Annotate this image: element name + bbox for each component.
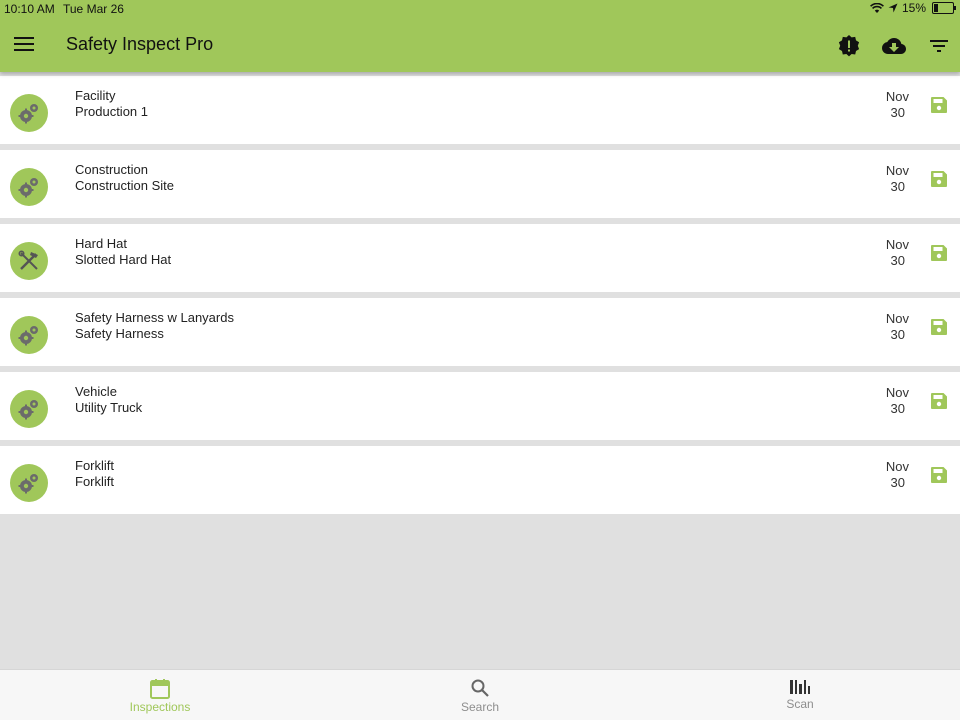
item-title: Construction xyxy=(75,162,148,177)
calendar-icon xyxy=(150,679,170,699)
save-icon[interactable] xyxy=(930,318,948,336)
scan-icon xyxy=(790,680,810,694)
item-day: 30 xyxy=(890,401,905,416)
tab-scan[interactable]: Scan xyxy=(640,670,960,720)
item-day: 30 xyxy=(890,105,905,120)
gears-icon xyxy=(10,464,48,502)
item-day: 30 xyxy=(890,253,905,268)
save-icon[interactable] xyxy=(930,96,948,114)
list-item[interactable]: Construction Construction Site Nov 30 xyxy=(0,150,960,218)
item-month: Nov xyxy=(885,89,909,104)
save-icon[interactable] xyxy=(930,392,948,410)
item-month: Nov xyxy=(885,237,909,252)
tools-icon xyxy=(10,242,48,280)
tab-label: Search xyxy=(460,700,500,714)
item-subtitle: Construction Site xyxy=(75,178,174,193)
item-title: Hard Hat xyxy=(75,236,128,251)
item-month: Nov xyxy=(885,163,909,178)
item-day: 30 xyxy=(890,179,905,194)
item-subtitle: Forklift xyxy=(75,474,114,489)
tab-inspections[interactable]: Inspections xyxy=(0,670,320,720)
tab-label: Inspections xyxy=(129,700,191,714)
search-icon xyxy=(471,679,489,697)
location-icon xyxy=(888,3,898,13)
list-item[interactable]: Forklift Forklift Nov 30 xyxy=(0,446,960,514)
item-title: Vehicle xyxy=(75,384,117,399)
header: 10:10 AM Tue Mar 26 15% Safety Inspect P… xyxy=(0,0,960,72)
wifi-icon xyxy=(870,2,884,13)
filter-icon[interactable] xyxy=(927,34,951,58)
item-subtitle: Production 1 xyxy=(75,104,148,119)
inspection-list: Facility Production 1 Nov 30 Constructio… xyxy=(0,72,960,514)
item-month: Nov xyxy=(885,311,909,326)
save-icon[interactable] xyxy=(930,244,948,262)
item-day: 30 xyxy=(890,475,905,490)
status-indicators: 15% xyxy=(870,1,956,15)
item-subtitle: Slotted Hard Hat xyxy=(75,252,172,267)
status-time: 10:10 AM xyxy=(4,2,55,16)
status-bar: 10:10 AM Tue Mar 26 15% xyxy=(0,0,960,18)
item-day: 30 xyxy=(890,327,905,342)
item-month: Nov xyxy=(885,385,909,400)
item-title: Safety Harness w Lanyards xyxy=(75,310,234,325)
item-subtitle: Utility Truck xyxy=(75,400,143,415)
list-item[interactable]: Facility Production 1 Nov 30 xyxy=(0,76,960,144)
app-title: Safety Inspect Pro xyxy=(66,34,214,54)
list-item[interactable]: Hard Hat Slotted Hard Hat Nov 30 xyxy=(0,224,960,292)
alert-badge-icon[interactable] xyxy=(837,34,861,58)
item-month: Nov xyxy=(885,459,909,474)
tab-search[interactable]: Search xyxy=(320,670,640,720)
list-item[interactable]: Vehicle Utility Truck Nov 30 xyxy=(0,372,960,440)
item-title: Facility xyxy=(75,88,116,103)
item-title: Forklift xyxy=(75,458,114,473)
tab-label: Scan xyxy=(786,697,814,711)
gears-icon xyxy=(10,316,48,354)
app-bar: Safety Inspect Pro xyxy=(0,18,960,72)
status-date: Tue Mar 26 xyxy=(63,2,124,16)
list-item[interactable]: Safety Harness w Lanyards Safety Harness… xyxy=(0,298,960,366)
tab-bar: Inspections Search Scan xyxy=(0,669,960,720)
save-icon[interactable] xyxy=(930,170,948,188)
hamburger-icon[interactable] xyxy=(14,37,34,53)
battery-percent: 15% xyxy=(901,1,926,15)
item-subtitle: Safety Harness xyxy=(75,326,164,341)
gears-icon xyxy=(10,94,48,132)
cloud-download-icon[interactable] xyxy=(882,34,906,58)
gears-icon xyxy=(10,390,48,428)
battery-icon xyxy=(932,2,956,14)
gears-icon xyxy=(10,168,48,206)
save-icon[interactable] xyxy=(930,466,948,484)
